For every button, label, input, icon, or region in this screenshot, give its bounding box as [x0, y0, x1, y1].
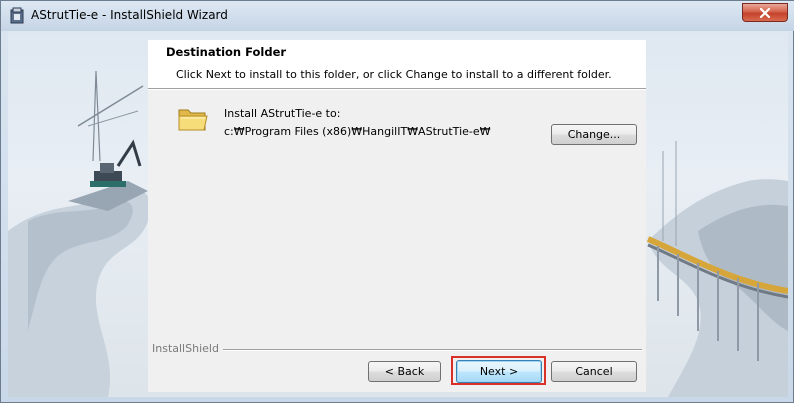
installer-app-icon	[9, 7, 25, 25]
install-path: c:₩Program Files (x86)₩HangilIT₩AStrutTi…	[224, 125, 491, 138]
next-button[interactable]: Next >	[456, 360, 542, 383]
window-title: AStrutTie-e - InstallShield Wizard	[31, 8, 228, 22]
installshield-brand: InstallShield	[152, 342, 223, 355]
page-title: Destination Folder	[166, 45, 287, 59]
folder-icon	[178, 106, 208, 135]
cancel-button[interactable]: Cancel	[551, 361, 637, 382]
install-label: Install AStrutTie-e to:	[224, 107, 341, 120]
back-button[interactable]: < Back	[368, 361, 441, 382]
wizard-header: Destination Folder Click Next to install…	[148, 40, 646, 88]
page-subtitle: Click Next to install to this folder, or…	[176, 68, 612, 81]
close-button[interactable]	[742, 3, 788, 22]
change-button[interactable]: Change...	[551, 124, 637, 145]
close-icon	[759, 7, 771, 18]
title-bar[interactable]: AStrutTie-e - InstallShield Wizard	[1, 1, 794, 31]
footer-divider	[152, 349, 642, 351]
wizard-panel: Destination Folder Click Next to install…	[148, 40, 646, 392]
header-divider	[148, 88, 646, 90]
installer-window: AStrutTie-e - InstallShield Wizard Desti…	[0, 0, 794, 403]
